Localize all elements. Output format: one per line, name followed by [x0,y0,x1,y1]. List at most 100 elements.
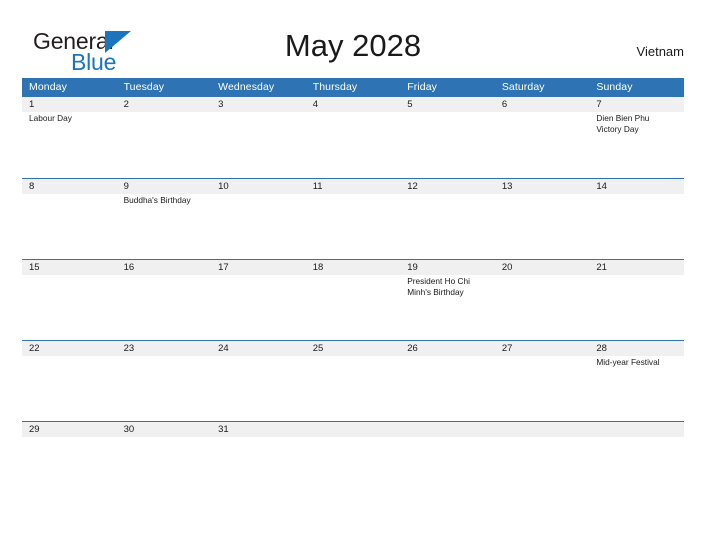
calendar-day-cell[interactable]: 21 [589,260,684,340]
calendar-day-cell[interactable]: 13 [495,179,590,259]
day-number: 1 [29,99,35,110]
day-number: 22 [29,343,40,354]
calendar-grid: Monday Tuesday Wednesday Thursday Friday… [22,78,684,502]
calendar-day-cell[interactable]: 5 [400,97,495,178]
day-number: 19 [407,262,418,273]
day-number: 10 [218,181,229,192]
holiday-label: Victory Day [596,124,639,134]
calendar-day-cell[interactable]: 7 Dien Bien Phu Victory Day [589,97,684,178]
calendar-day-cell[interactable]: 12 [400,179,495,259]
day-number: 24 [218,343,229,354]
calendar-day-cell[interactable]: 11 [306,179,401,259]
calendar-day-cell[interactable]: 4 [306,97,401,178]
calendar-day-cell[interactable]: 8 [22,179,117,259]
calendar-day-cell[interactable]: 17 [211,260,306,340]
day-events: Dien Bien Phu Victory Day [596,113,680,135]
day-number: 31 [218,424,229,435]
day-number: 3 [218,99,224,110]
calendar-day-cell[interactable]: 1 Labour Day [22,97,117,178]
day-number: 30 [123,424,135,435]
day-number: 20 [501,262,513,273]
day-number: 28 [596,343,607,354]
day-number: 5 [407,99,413,110]
calendar-day-cell-empty [306,422,401,502]
day-number: 17 [218,262,229,273]
calendar-day-cell[interactable]: 10 [211,179,306,259]
holiday-label: Dien Bien Phu [596,113,650,123]
day-number: 8 [29,181,35,192]
weekday-header-sunday: Sunday [596,81,633,93]
day-number: 23 [123,343,135,354]
calendar-day-cell[interactable]: 22 [22,341,117,421]
day-number: 12 [407,181,418,192]
weekday-header-tuesday: Tuesday [123,81,165,93]
calendar-day-cell[interactable]: 9 Buddha's Birthday [117,179,212,259]
day-number: 11 [312,181,323,192]
weekday-header-thursday: Thursday [312,81,358,93]
day-number: 26 [407,343,418,354]
calendar-day-cell[interactable]: 2 [117,97,212,178]
day-number: 14 [596,181,607,192]
calendar-week-days: 29 30 31 [22,422,684,502]
calendar-week-days: 15 16 17 18 19 President Ho Chi Minh's Birthda… [22,260,684,340]
calendar-week-row: 15 16 17 18 19 President Ho Chi Minh's Birthda… [22,259,684,340]
weekday-header-friday: Friday [407,81,438,93]
day-number: 7 [596,99,602,110]
calendar-day-cell[interactable]: 23 [117,341,212,421]
calendar-day-cell[interactable]: 30 [117,422,212,502]
day-number: 15 [29,262,40,273]
calendar-week-row: 22 23 24 25 26 27 28 Mid-year Festival [22,340,684,421]
day-events: Buddha's Birthday [124,195,208,206]
page-title: May 2028 [284,28,422,63]
calendar-day-cell[interactable]: 27 [495,341,590,421]
day-events: Mid-year Festival [596,357,680,368]
page-header: General Blue May 2028 Vietnam [22,25,684,75]
calendar-day-cell-empty [400,422,495,502]
calendar-day-cell[interactable]: 31 [211,422,306,502]
calendar-week-row: 8 9 Buddha's Birthday 10 11 12 13 14 [22,178,684,259]
country-label: Vietnam [636,44,684,59]
calendar-day-cell[interactable]: 6 [495,97,590,178]
calendar-week-row: 1 Labour Day 2 3 4 5 6 7 Dien Bien Phu Victory Da… [22,97,684,178]
calendar-day-cell[interactable]: 25 [306,341,401,421]
calendar-day-cell[interactable]: 16 [117,260,212,340]
day-number: 21 [596,262,607,273]
day-number: 25 [312,343,324,354]
calendar-day-cell[interactable]: 20 [495,260,590,340]
calendar-day-cell[interactable]: 14 [589,179,684,259]
calendar-day-cell[interactable]: 28 Mid-year Festival [589,341,684,421]
calendar-week-days: 1 Labour Day 2 3 4 5 6 7 Dien Bien Phu Victory Da… [22,97,684,178]
day-number: 13 [501,181,513,192]
day-events: President Ho Chi Minh's Birthday [407,276,491,298]
day-number: 27 [501,343,513,354]
calendar-day-cell-empty [495,422,590,502]
holiday-label: Labour Day [29,113,72,123]
day-number: 2 [123,99,129,110]
calendar-weeks: 1 Labour Day 2 3 4 5 6 7 Dien Bien Phu Victory Da… [22,97,684,502]
calendar-week-days: 8 9 Buddha's Birthday 10 11 12 13 14 [22,179,684,259]
weekday-header-monday: Monday [29,81,67,93]
weekday-header-row: Monday Tuesday Wednesday Thursday Friday… [22,78,684,97]
holiday-label: Minh's Birthday [407,287,464,297]
calendar-page: General Blue May 2028 Vietnam Monday Tue… [0,0,712,550]
day-number: 29 [29,424,40,435]
holiday-label: President Ho Chi [407,276,470,286]
day-number: 18 [312,262,324,273]
calendar-day-cell[interactable]: 18 [306,260,401,340]
weekday-header-wednesday: Wednesday [218,81,275,93]
day-number: 9 [123,181,129,192]
calendar-day-cell[interactable]: 3 [211,97,306,178]
day-number: 16 [123,262,135,273]
day-number: 6 [501,99,508,110]
holiday-label: Mid-year Festival [596,357,660,367]
holiday-label: Buddha's Birthday [123,195,191,205]
calendar-day-cell[interactable]: 24 [211,341,306,421]
calendar-week-days: 22 23 24 25 26 27 28 Mid-year Festival [22,341,684,421]
calendar-day-cell[interactable]: 29 [22,422,117,502]
weekday-header-saturday: Saturday [501,81,545,93]
calendar-day-cell[interactable]: 15 [22,260,117,340]
calendar-week-row: 29 30 31 [22,421,684,502]
calendar-day-cell[interactable]: 26 [400,341,495,421]
calendar-day-cell[interactable]: 19 President Ho Chi Minh's Birthday [400,260,495,340]
calendar-day-cell-empty [589,422,684,502]
